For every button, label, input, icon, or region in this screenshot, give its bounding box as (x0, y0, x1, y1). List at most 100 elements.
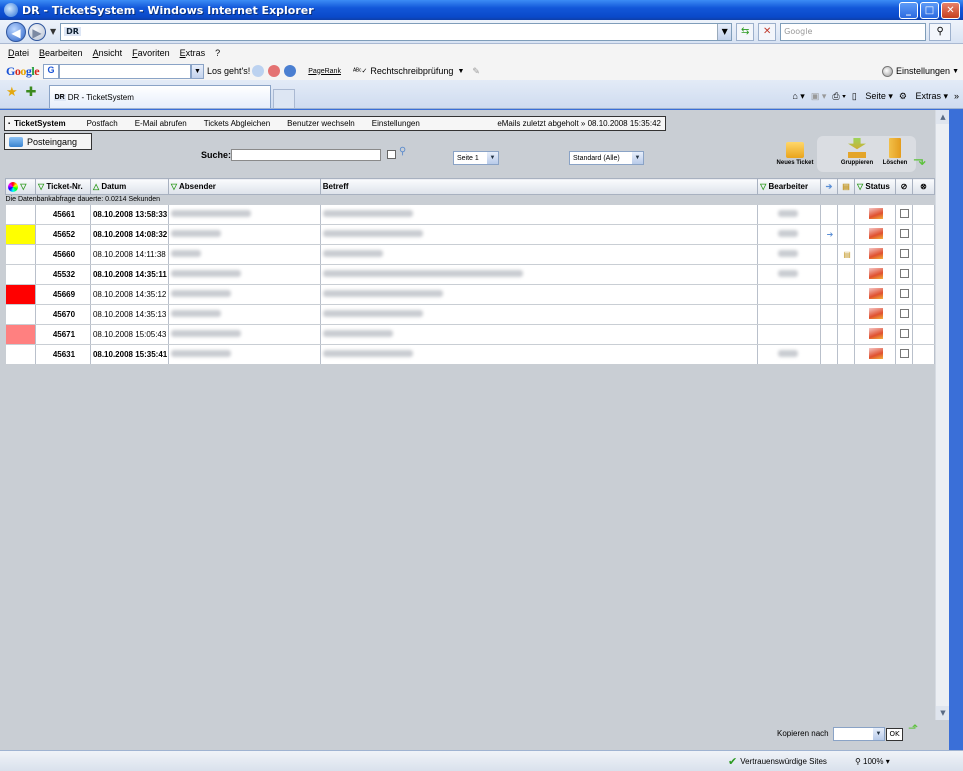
nav-fetch-mail[interactable]: E-Mail abrufen (135, 119, 187, 128)
favorites-star-icon[interactable]: ★ (6, 85, 18, 100)
status-cell[interactable] (854, 264, 896, 285)
status-cell[interactable] (854, 284, 896, 305)
filter-select[interactable]: Standard (Alle) ▼ (569, 151, 644, 165)
ok-button[interactable]: OK (886, 728, 903, 741)
table-row[interactable]: 45660 08.10.2008 14:11:38 ▤ (5, 244, 936, 265)
status-column-header[interactable]: ▽ Status (853, 178, 896, 195)
scroll-down-icon[interactable]: ▼ (936, 706, 950, 720)
ticket-id[interactable]: 45661 (35, 204, 91, 225)
subject-cell[interactable] (320, 304, 759, 325)
minimize-button[interactable]: _ (899, 1, 918, 19)
ticket-column-header[interactable]: ▽ Ticket-Nr. (34, 178, 91, 195)
delete-column-header[interactable]: ⊗ (911, 178, 936, 195)
subject-cell[interactable] (320, 264, 759, 285)
table-row[interactable]: 45652 08.10.2008 14:08:32 ➔ (5, 224, 936, 245)
web-search-input[interactable]: Google (780, 22, 927, 41)
assignee-column-header[interactable]: ▽ Bearbeiter (757, 178, 822, 195)
page-menu[interactable]: ▯ Seite ▾ (852, 91, 893, 102)
close-button[interactable]: ✕ (941, 1, 960, 19)
row-checkbox[interactable] (900, 309, 910, 318)
zone-indicator[interactable]: ✔ Vertrauenswürdige Sites (728, 755, 827, 768)
page-select[interactable]: Seite 1 ▼ (453, 151, 499, 165)
more-chevron-icon[interactable]: » (954, 91, 959, 101)
status-cell[interactable] (854, 244, 896, 265)
stop-icon[interactable]: ✕ (758, 22, 777, 41)
subject-cell[interactable] (320, 284, 759, 305)
green-arrow-icon[interactable]: ⬏ (908, 721, 918, 735)
magnifier-icon[interactable]: ⚲ (399, 146, 406, 157)
row-checkbox[interactable] (900, 349, 910, 358)
ticket-id[interactable]: 45631 (35, 344, 91, 365)
ticket-id[interactable]: 45660 (35, 244, 91, 265)
status-cell[interactable] (854, 224, 896, 245)
attach-column-header[interactable]: ➔ (820, 178, 839, 195)
search-checkbox[interactable] (387, 150, 396, 159)
table-row[interactable]: 45670 08.10.2008 14:35:13 (5, 304, 936, 325)
spellcheck-dropdown-icon[interactable]: ▼ (457, 68, 464, 75)
ticket-id[interactable]: 45652 (35, 224, 91, 245)
menu-help[interactable]: ? (215, 48, 220, 58)
inbox-button[interactable]: Posteingang (4, 133, 92, 150)
abc-check-icon[interactable]: ᴬᴮᶜ✓ (353, 67, 367, 75)
subject-cell[interactable] (320, 244, 759, 265)
row-checkbox[interactable] (900, 289, 910, 298)
ticket-id[interactable]: 45670 (35, 304, 91, 325)
row-checkbox[interactable] (900, 329, 910, 338)
address-dropdown-icon[interactable]: ▼ (717, 23, 732, 40)
status-cell[interactable] (854, 324, 896, 345)
ticket-id[interactable]: 45669 (35, 284, 91, 305)
ticket-search-input[interactable] (231, 149, 381, 161)
scroll-up-icon[interactable]: ▲ (936, 110, 950, 124)
history-dropdown-icon[interactable]: ▼ (50, 27, 56, 36)
nav-ticketsystem[interactable]: TicketSystem (14, 119, 65, 128)
nav-settings[interactable]: Einstellungen (372, 119, 420, 128)
status-cell[interactable] (854, 304, 896, 325)
forward-button[interactable]: ▶ (28, 22, 46, 41)
maximize-button[interactable]: □ (920, 1, 939, 19)
menu-edit[interactable]: Bearbeiten (39, 48, 83, 58)
nav-mailbox[interactable]: Postfach (87, 119, 118, 128)
group-button[interactable]: Gruppieren (838, 138, 876, 166)
ticket-id[interactable]: 45671 (35, 324, 91, 345)
subject-cell[interactable] (320, 324, 759, 345)
ticket-id[interactable]: 45532 (35, 264, 91, 285)
google-tool-icon[interactable] (252, 65, 265, 77)
new-tab-button[interactable] (272, 89, 295, 108)
date-column-header[interactable]: △ Datum (89, 178, 169, 195)
google-search-input[interactable] (59, 63, 192, 79)
table-row[interactable]: 45671 08.10.2008 15:05:43 (5, 324, 936, 345)
google-search-type-icon[interactable]: G (43, 63, 60, 79)
subject-cell[interactable] (320, 204, 759, 225)
zoom-control[interactable]: ⚲ 100% ▾ (855, 757, 890, 766)
subject-cell[interactable] (320, 224, 759, 245)
refresh-icon[interactable]: ⇆ (736, 22, 755, 41)
note-column-header[interactable]: ▤ (837, 178, 855, 195)
extras-menu[interactable]: ⚙ Extras ▾ (899, 91, 948, 102)
sender-column-header[interactable]: ▽ Absender (167, 178, 321, 195)
google-tool-icon[interactable] (268, 65, 281, 77)
feeds-icon[interactable]: ▣ ▾ (811, 91, 827, 102)
row-checkbox[interactable] (900, 208, 910, 218)
print-icon[interactable]: ⎙ ▾ (832, 91, 845, 102)
row-checkbox[interactable] (900, 269, 910, 278)
search-icon[interactable]: ⚲ (929, 22, 952, 41)
row-checkbox[interactable] (900, 229, 910, 238)
vertical-scrollbar[interactable]: ▲ ▼ (935, 110, 950, 720)
new-ticket-button[interactable]: Neues Ticket (775, 142, 815, 166)
table-row[interactable]: 45631 08.10.2008 15:35:41 (5, 344, 936, 365)
menu-view[interactable]: Ansicht (93, 48, 123, 58)
google-tool-icon[interactable] (284, 65, 297, 77)
address-field[interactable]: DR ▼ (60, 22, 733, 41)
nav-switch-user[interactable]: Benutzer wechseln (287, 119, 355, 128)
menu-favorites[interactable]: Favoriten (132, 48, 170, 58)
subject-cell[interactable] (320, 344, 759, 365)
green-arrow-icon[interactable]: ⬎ (913, 150, 926, 169)
row-checkbox[interactable] (900, 249, 910, 258)
google-dropdown-icon[interactable]: ▼ (191, 63, 205, 79)
spellcheck-button[interactable]: Rechtschreibprüfung (370, 66, 453, 76)
pagerank-label[interactable]: PageRank (308, 68, 341, 75)
check-column-header[interactable]: ⊘ (894, 178, 913, 195)
google-go-button[interactable]: Los geht's! (207, 66, 250, 76)
status-cell[interactable] (854, 204, 896, 225)
copy-target-select[interactable]: ▼ (833, 727, 885, 741)
